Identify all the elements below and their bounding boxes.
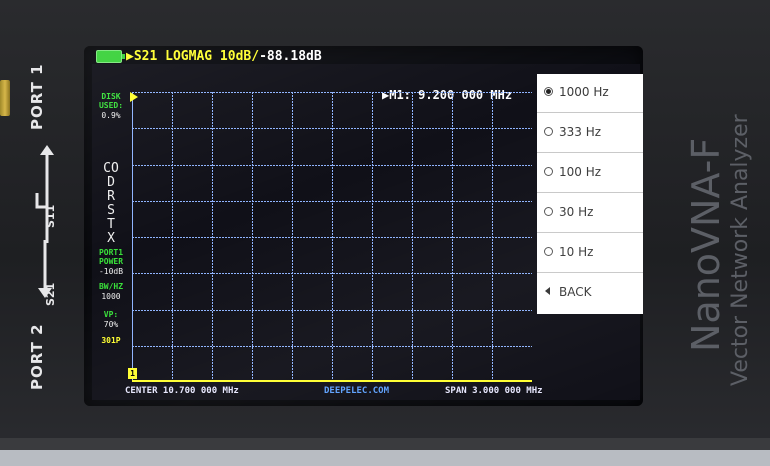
bandwidth-menu: 1000 Hz 333 Hz 100 Hz 30 Hz 10 Hz BACK [537,74,643,314]
menu-item-label: 30 Hz [559,205,594,219]
radio-icon [544,247,553,256]
lcd-screen[interactable]: ▶S21 LOGMAG 10dB/-88.18dB ▶M1: 9.200 000… [84,46,643,406]
velocity-factor-value: 70% [103,320,119,329]
port1-label: PORT 1 [28,63,46,130]
cal-letter-x: X [107,231,115,246]
trace-format[interactable]: S21 LOGMAG 10dB/ [134,49,259,64]
trace-title: ▶S21 LOGMAG 10dB/-88.18dB [126,49,322,64]
s11-arrow-icon [35,145,54,243]
menu-item-label: 100 Hz [559,165,602,179]
back-label: BACK [559,285,592,299]
radio-icon [544,127,553,136]
calibration-status: CO D R S T X [92,162,130,246]
device-bottom-edge [0,438,770,466]
menu-back-button[interactable]: BACK [537,274,643,313]
cal-letter-t: T [107,217,115,232]
used-value: 0.9% [101,111,121,120]
menu-item-10hz[interactable]: 10 Hz [537,234,643,273]
radio-selected-icon [544,87,553,96]
power-value: -10dB [98,267,124,276]
power-label: POWER [98,257,124,266]
s21-arrow-icon [38,240,52,298]
menu-item-100hz[interactable]: 100 Hz [537,154,643,193]
battery-icon [96,50,125,63]
sweep-points: 301P [101,336,121,345]
menu-item-333hz[interactable]: 333 Hz [537,114,643,153]
disk-label: DISK [101,92,121,101]
display-area: ▶M1: 9.200 000 MHz DISK USED: 0.9% CO D … [92,64,643,400]
port1-power-label: PORT1 [98,248,124,257]
website-label: DEEPELEC.COM [324,386,390,396]
trace-value: -88.18dB [259,49,322,64]
reference-level-marker-icon [130,92,138,102]
center-frequency[interactable]: CENTER 10.700 000 MHz [125,386,239,396]
cal-letter-s: S [107,203,115,218]
menu-item-label: 1000 Hz [559,85,609,99]
brand-name: NanoVNA-F [684,137,728,352]
used-label: USED: [98,101,124,110]
sma-connector [0,80,10,116]
bandwidth-label: BW/HZ [98,282,124,291]
back-arrow-icon [545,287,550,295]
radio-icon [544,167,553,176]
cal-letter-r: R [107,189,115,204]
frequency-bar: CENTER 10.700 000 MHz DEEPELEC.COM SPAN … [92,382,640,400]
graph-grid [132,92,533,383]
bandwidth-value: 1000 [101,292,121,301]
menu-item-1000hz[interactable]: 1000 Hz [537,74,643,113]
trace-arrow-icon: ▶ [126,49,134,64]
menu-item-label: 333 Hz [559,125,602,139]
menu-item-30hz[interactable]: 30 Hz [537,194,643,233]
port2-label: PORT 2 [28,323,46,390]
velocity-factor-label: VP: [103,310,119,319]
status-panel: DISK USED: 0.9% CO D R S T X PORT1 POWER… [92,92,130,392]
brand-subtitle: Vector Network Analyzer [728,114,753,386]
span-frequency[interactable]: SPAN 3.000 000 MHz [445,386,543,396]
cal-letter-d: D [107,175,115,190]
radio-icon [544,207,553,216]
cal-letter-co: CO [103,161,119,176]
graph-area[interactable] [130,92,533,383]
scale-marker: 1 [128,368,137,379]
menu-item-label: 10 Hz [559,245,594,259]
